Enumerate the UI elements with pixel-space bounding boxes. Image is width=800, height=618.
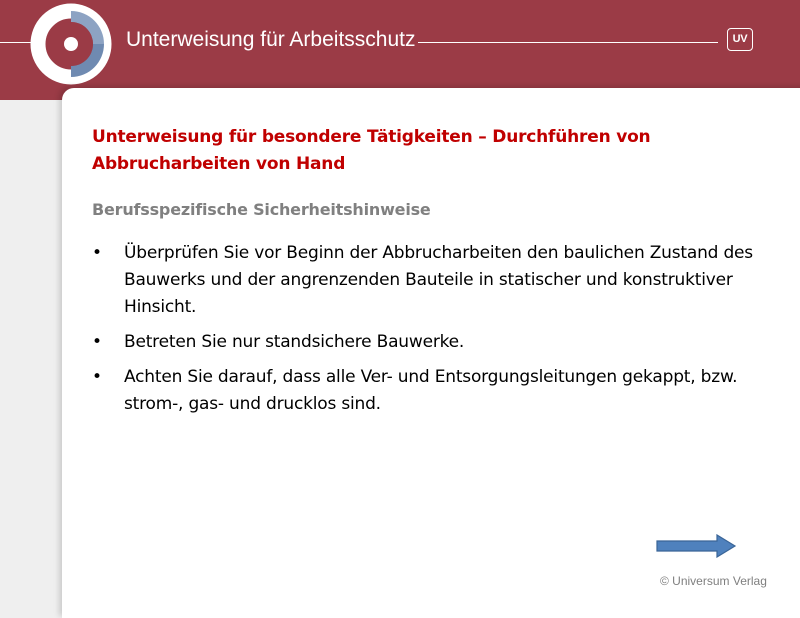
uv-logo-badge: UV [727, 28, 753, 51]
ring-logo-icon [30, 3, 112, 85]
header-bar: Unterweisung für Arbeitsschutz UV [0, 0, 800, 100]
arrow-right-icon[interactable] [655, 534, 739, 558]
bullet-dot: • [92, 332, 102, 352]
bullet-item: • Überprüfen Sie vor Beginn der Abbrucha… [92, 240, 772, 321]
bullet-dot: • [92, 367, 102, 387]
copyright-text: © Universum Verlag [660, 574, 767, 588]
bullet-item: • Achten Sie darauf, dass alle Ver- und … [92, 364, 772, 418]
bullet-list: • Überprüfen Sie vor Beginn der Abbrucha… [92, 240, 772, 426]
slide-subheading: Berufsspezifische Sicherheitshinweise [92, 200, 431, 219]
bullet-text: Achten Sie darauf, dass alle Ver- und En… [124, 367, 738, 414]
bullet-item: • Betreten Sie nur standsichere Bauwerke… [92, 329, 772, 356]
header-rule-right [418, 42, 718, 43]
bullet-text: Überprüfen Sie vor Beginn der Abbrucharb… [124, 243, 753, 317]
bullet-dot: • [92, 243, 102, 263]
bullet-text: Betreten Sie nur standsichere Bauwerke. [124, 332, 465, 352]
slide-heading: Unterweisung für besondere Tätigkeiten –… [92, 127, 651, 174]
app-title: Unterweisung für Arbeitsschutz [126, 28, 416, 51]
